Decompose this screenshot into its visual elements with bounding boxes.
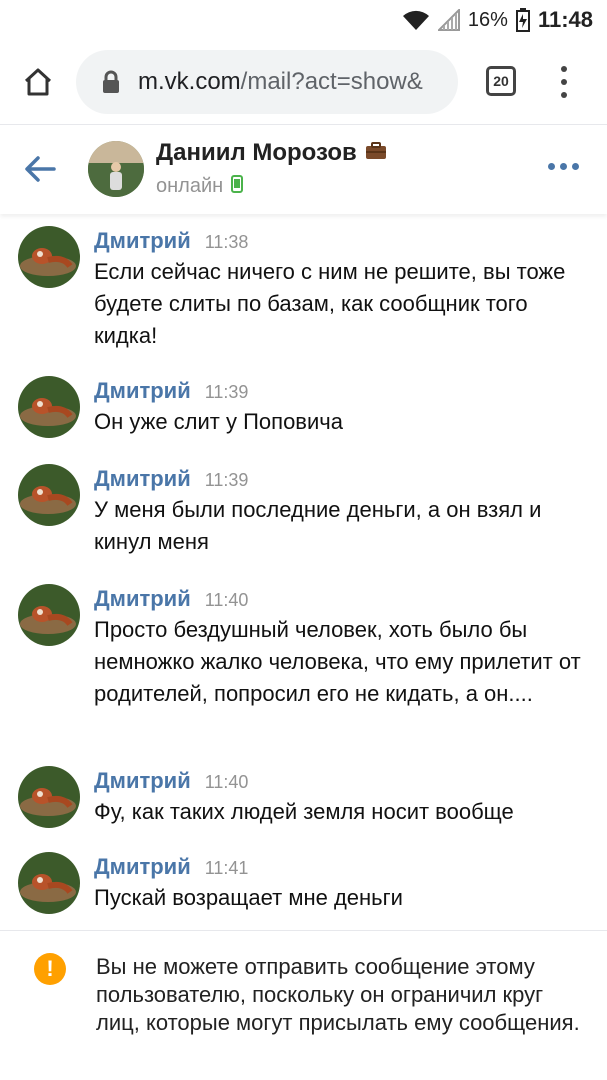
contact-name[interactable]: Даниил Морозов [156,139,357,167]
wifi-icon [402,9,430,31]
message-item: Дмитрий 11:41 Пускай возращает мне деньг… [0,840,607,930]
contact-name-row: Даниил Морозов [156,139,387,167]
message-author[interactable]: Дмитрий [94,586,191,612]
browser-toolbar: m.vk.com/mail?act=show& 20 [0,40,607,124]
briefcase-icon [365,141,387,165]
message-author[interactable]: Дмитрий [94,854,191,880]
message-header: Дмитрий 11:40 [94,572,591,612]
more-dot-icon [572,163,579,170]
notice-text: Вы не можете отправить сообщение этому п… [96,954,580,1035]
more-dot-icon [548,163,555,170]
restriction-notice: ! Вы не можете отправить сообщение этому… [0,930,607,1080]
message-text: У меня были последние деньги, а он взял … [94,497,542,554]
sender-avatar[interactable] [18,376,80,438]
contact-avatar[interactable] [88,141,144,197]
browser-menu-button[interactable] [550,64,578,100]
mobile-online-icon [231,175,244,198]
back-button[interactable] [22,151,58,187]
message-time: 11:39 [204,382,249,402]
message-item: Дмитрий 11:39 Он уже слит у Поповича [0,364,607,452]
arrow-left-icon [25,156,56,182]
sender-avatar[interactable] [18,464,80,526]
message-header: Дмитрий 11:41 [94,840,591,880]
message-item: Дмитрий 11:39 У меня были последние день… [0,452,607,572]
status-indicators: 16% 11:48 [402,6,593,34]
more-dot-icon [560,163,567,170]
message-text: Если сейчас ничего с ним не решите, вы т… [94,259,566,348]
message-time: 11:41 [204,858,249,878]
menu-dot-icon [561,92,567,98]
message-header: Дмитрий 11:39 [94,364,591,404]
battery-percent: 16% [467,8,508,31]
message-item: Дмитрий 11:40 Просто бездушный человек, … [0,572,607,754]
sender-avatar[interactable] [18,226,80,288]
message-header: Дмитрий 11:38 [94,214,591,254]
sender-avatar[interactable] [18,766,80,828]
message-item: Дмитрий 11:38 Если сейчас ничего с ним н… [0,214,607,364]
url-text: m.vk.com/mail?act=show& [138,68,423,96]
clock: 11:48 [537,7,593,32]
lock-icon [102,69,124,95]
message-time: 11:40 [204,772,249,792]
sender-avatar[interactable] [18,852,80,914]
message-text: Пускай возращает мне деньги [94,885,403,910]
message-author[interactable]: Дмитрий [94,768,191,794]
address-bar[interactable]: m.vk.com/mail?act=show& [76,50,458,114]
status-bar: 16% 11:48 [0,0,607,40]
message-item: Дмитрий 11:40 Фу, как таких людей земля … [0,754,607,840]
message-time: 11:39 [204,470,249,490]
message-time: 11:38 [204,232,249,252]
message-list: Дмитрий 11:38 Если сейчас ничего с ним н… [0,214,607,930]
message-text: Он уже слит у Поповича [94,409,343,434]
sender-avatar[interactable] [18,584,80,646]
message-text: Фу, как таких людей земля носит вообще [94,799,514,824]
warning-icon: ! [34,953,66,985]
contact-status-row: онлайн [156,175,244,198]
message-text: Просто бездушный человек, хоть было бы н… [94,617,581,706]
message-time: 11:40 [204,590,249,610]
tab-switcher-button[interactable]: 20 [486,66,516,96]
chat-header: Даниил Морозов онлайн [0,124,607,214]
more-options-button[interactable] [548,163,579,170]
menu-dot-icon [561,79,567,85]
message-author[interactable]: Дмитрий [94,378,191,404]
url-path: /mail?act=show& [240,68,423,95]
home-icon [24,68,52,96]
message-header: Дмитрий 11:39 [94,452,591,492]
message-header: Дмитрий 11:40 [94,754,591,794]
message-author[interactable]: Дмитрий [94,466,191,492]
battery-icon [515,8,530,32]
online-status: онлайн [156,175,224,197]
url-host: m.vk.com [138,68,241,95]
menu-dot-icon [561,66,567,72]
message-author[interactable]: Дмитрий [94,228,191,254]
home-button[interactable] [18,62,58,102]
cell-signal-icon [437,9,460,31]
